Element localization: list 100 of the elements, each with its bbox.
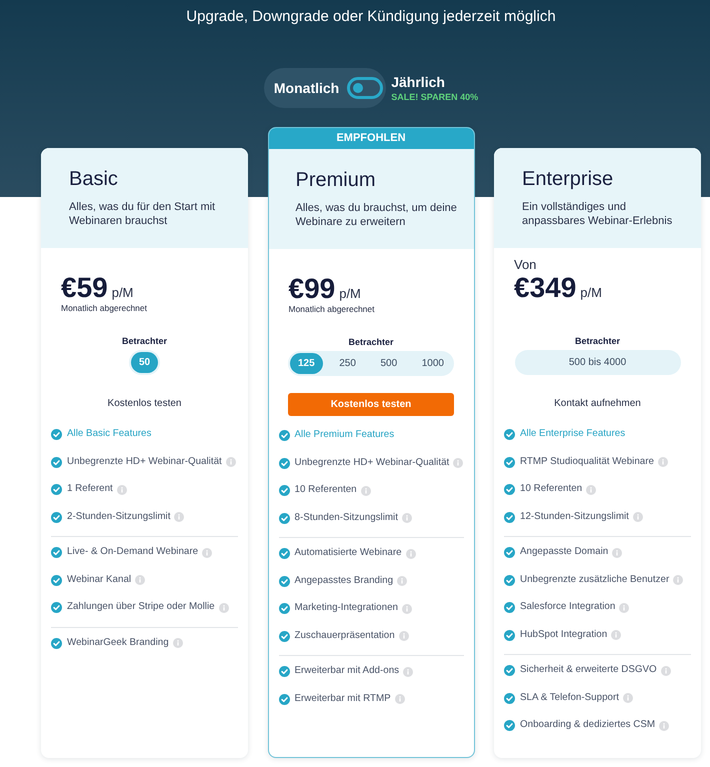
feature-text: Marketing-Integrationen bbox=[294, 601, 398, 616]
feature-text: 8-Stunden-Sitzungslimit bbox=[294, 510, 398, 525]
check-icon bbox=[504, 547, 515, 558]
billing-note: Monatlich abgerechnet bbox=[61, 303, 148, 313]
check-icon bbox=[504, 512, 515, 523]
check-icon bbox=[278, 666, 290, 678]
info-icon[interactable] bbox=[202, 548, 212, 558]
feature-text: Erweiterbar mit RTMP bbox=[294, 692, 391, 706]
feature-text: Onboarding & dediziertes CSM bbox=[520, 718, 656, 732]
check-icon bbox=[504, 602, 515, 614]
feature-text: 10 Referenten bbox=[520, 482, 582, 496]
info-icon[interactable] bbox=[660, 666, 671, 676]
info-icon[interactable] bbox=[619, 602, 630, 613]
feature-text: Zahlungen über Stripe oder Mollie bbox=[67, 600, 215, 614]
price: €349 bbox=[514, 273, 576, 303]
info-icon[interactable] bbox=[403, 666, 414, 677]
price-prefix: Von bbox=[514, 257, 536, 272]
check-icon bbox=[504, 692, 515, 704]
feature-text: RTMP Studioqualität Webinare bbox=[520, 454, 654, 469]
feature-text: Sicherheit & erweiterte DSGVO bbox=[520, 663, 657, 678]
viewers-label: Betrachter bbox=[348, 336, 394, 348]
info-icon[interactable] bbox=[116, 484, 127, 495]
plan-name: Premium bbox=[296, 168, 377, 192]
feature-text: Unbegrenzte HD+ Webinar-Qualität bbox=[67, 454, 222, 469]
check-icon bbox=[504, 720, 515, 732]
feature-text: HubSpot Integration bbox=[520, 628, 608, 642]
feature-text: 2-Stunden-Sitzungslimit bbox=[67, 510, 170, 524]
feature-text: WebinarGeek Branding bbox=[67, 636, 169, 650]
check-icon bbox=[51, 638, 62, 649]
info-icon[interactable] bbox=[397, 576, 408, 586]
feature-text: Salesforce Integration bbox=[520, 600, 616, 614]
info-icon[interactable] bbox=[174, 512, 184, 522]
check-icon bbox=[278, 458, 290, 469]
check-icon bbox=[504, 630, 515, 641]
check-icon bbox=[51, 512, 62, 523]
viewer-option[interactable]: 1000 bbox=[414, 353, 452, 374]
info-icon[interactable] bbox=[659, 720, 670, 731]
price-unit: p/M bbox=[112, 284, 134, 302]
check-icon bbox=[51, 602, 62, 614]
check-icon bbox=[278, 548, 290, 560]
feature-text: Webinar Kanal bbox=[67, 572, 132, 587]
info-icon[interactable] bbox=[360, 486, 371, 496]
check-icon bbox=[51, 456, 62, 468]
feature-text: Erweiterbar mit Add-ons bbox=[294, 664, 400, 678]
billing-note: Monatlich abgerechnet bbox=[288, 304, 375, 314]
check-icon bbox=[278, 485, 290, 496]
plan-name: Enterprise bbox=[522, 167, 614, 191]
info-icon[interactable] bbox=[402, 513, 412, 524]
viewer-option[interactable]: 250 bbox=[331, 353, 364, 374]
plan-description: Alles, was du für den Start mit Webinaren brauchst bbox=[69, 200, 216, 228]
info-icon[interactable] bbox=[402, 604, 412, 614]
sale-note: SALE! SPAREN 40% bbox=[391, 90, 478, 102]
feature-text: Angepasstes Branding bbox=[294, 574, 394, 588]
page-subtitle: Upgrade, Downgrade oder Kündigung jederzeit möglich bbox=[186, 7, 556, 27]
feature-text: Automatisierte Webinare bbox=[294, 546, 402, 560]
period-label[interactable]: Monatlich bbox=[274, 80, 340, 96]
feature-text: 1 Referent bbox=[67, 482, 113, 496]
cta-link[interactable]: Kostenlos testen bbox=[108, 392, 182, 415]
feature-text: Unbegrenzte zusätzliche Benutzer bbox=[520, 572, 670, 587]
info-icon[interactable] bbox=[632, 512, 643, 522]
check-icon bbox=[504, 484, 515, 496]
info-icon[interactable] bbox=[658, 457, 668, 468]
check-icon bbox=[278, 630, 290, 642]
check-icon bbox=[278, 430, 290, 442]
cta-link[interactable]: Kontakt aufnehmen bbox=[554, 392, 641, 415]
feature-text: Angepasste Domain bbox=[520, 545, 608, 560]
toggle-switch[interactable] bbox=[347, 77, 384, 99]
price: €59 bbox=[61, 273, 108, 303]
period-label[interactable]: Jährlich bbox=[391, 74, 478, 90]
info-icon[interactable] bbox=[612, 548, 622, 558]
plan-description: Alles, was du brauchst, um deine Webinare zu erweitern bbox=[296, 201, 458, 229]
info-icon[interactable] bbox=[586, 484, 596, 495]
price-unit: p/M bbox=[580, 284, 602, 302]
check-icon bbox=[504, 429, 515, 440]
info-icon[interactable] bbox=[611, 630, 622, 640]
info-icon[interactable] bbox=[453, 458, 464, 468]
feature-text: 12-Stunden-Sitzungslimit bbox=[520, 510, 629, 524]
viewer-option[interactable]: 500 bbox=[372, 353, 406, 374]
info-icon[interactable] bbox=[673, 575, 684, 586]
info-icon[interactable] bbox=[218, 602, 229, 613]
plan-description: Ein vollständiges und anpassbares Webinar-Erlebnis bbox=[522, 200, 674, 228]
feature-text: SLA & Telefon-Support bbox=[520, 690, 619, 705]
recommended-badge: EMPFOHLEN bbox=[268, 128, 474, 149]
feature-text: Live- & On-Demand Webinare bbox=[67, 545, 198, 560]
info-icon[interactable] bbox=[398, 631, 409, 642]
info-icon[interactable] bbox=[394, 694, 405, 704]
check-icon bbox=[278, 512, 290, 524]
check-icon bbox=[504, 665, 515, 676]
info-icon[interactable] bbox=[406, 548, 416, 559]
feature-text: Zuschauerpräsentation bbox=[294, 628, 395, 643]
check-icon bbox=[278, 576, 290, 587]
viewer-option[interactable]: 500 bis 4000 bbox=[560, 352, 634, 373]
viewers-label: Betrachter bbox=[122, 335, 168, 347]
info-icon[interactable] bbox=[622, 693, 633, 704]
info-icon[interactable] bbox=[172, 638, 183, 648]
check-icon bbox=[504, 456, 515, 468]
info-icon[interactable] bbox=[135, 575, 146, 586]
check-icon bbox=[51, 574, 62, 586]
info-icon[interactable] bbox=[226, 457, 236, 468]
price: €99 bbox=[288, 274, 336, 304]
